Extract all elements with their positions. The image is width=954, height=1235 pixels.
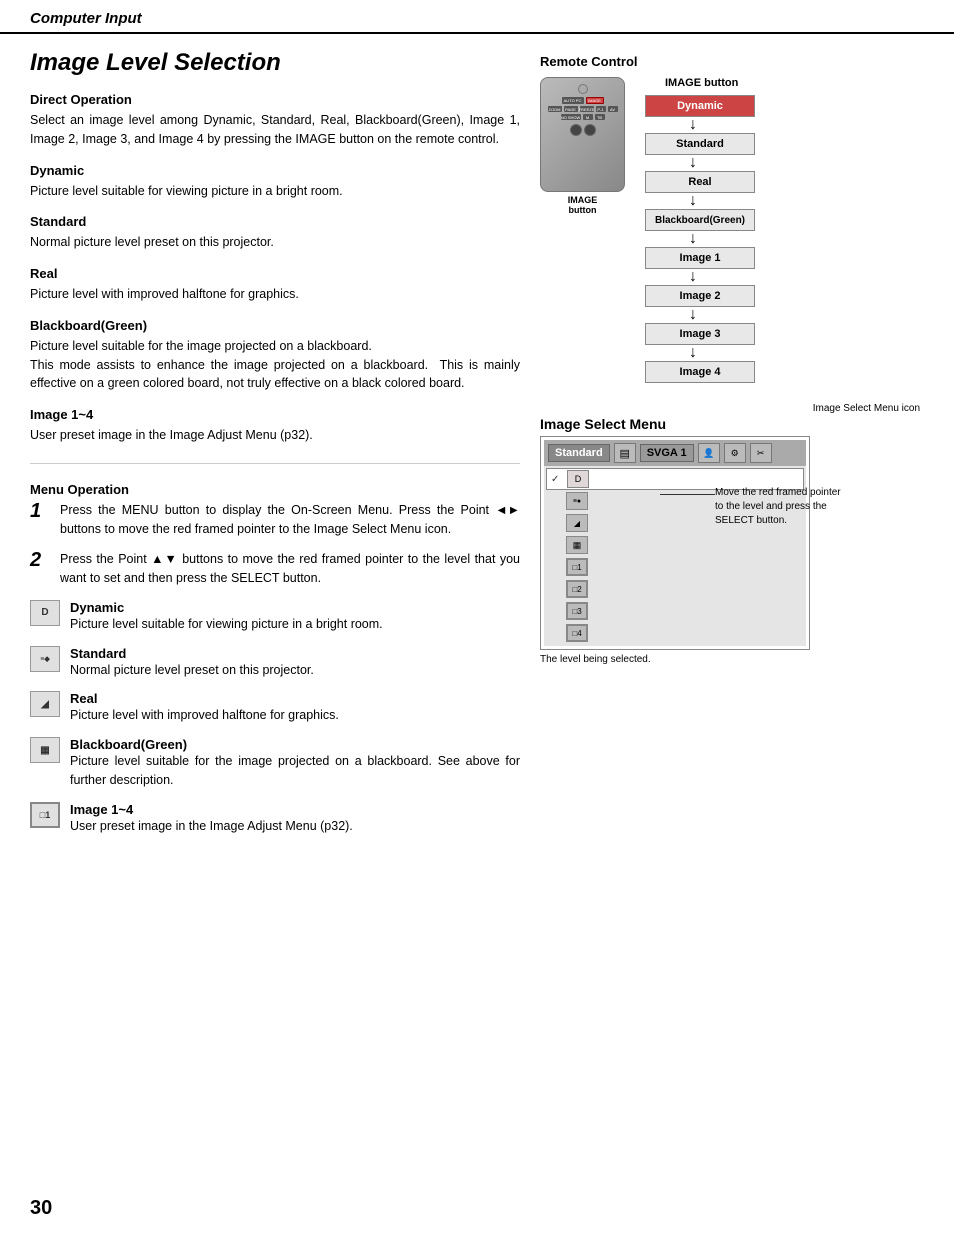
seq-standard: Standard	[645, 133, 755, 155]
dynamic-desc: Picture level suitable for viewing pictu…	[30, 182, 520, 201]
step-2-number: 2	[30, 550, 50, 588]
menu-image14-item: □1 Image 1~4 User preset image in the Im…	[30, 802, 520, 836]
menu-row-icon-0: D	[567, 470, 589, 488]
direct-operation-body: Select an image level among Dynamic, Sta…	[30, 111, 520, 149]
seq-blackboard: Blackboard(Green)	[645, 209, 755, 231]
menu-row-icon-7: □4	[566, 624, 588, 642]
remote-control-label: Remote Control	[540, 54, 920, 69]
menu-real-item: ◢ Real Picture level with improved halft…	[30, 691, 520, 725]
real-heading: Real	[30, 266, 520, 281]
standard-desc: Normal picture level preset on this proj…	[30, 233, 520, 252]
image-button-label: IMAGEbutton	[568, 195, 598, 215]
menu-image14-desc: User preset image in the Image Adjust Me…	[70, 817, 353, 836]
menu-row-4: □1	[546, 556, 804, 578]
seq-image3: Image 3	[645, 323, 755, 345]
standard-icon: ≡◆	[30, 646, 60, 672]
dynamic-heading: Dynamic	[30, 163, 520, 178]
menu-real-heading: Real	[70, 691, 339, 706]
selected-label: The level being selected.	[540, 654, 920, 665]
menu-top-icon3: ⚙	[724, 443, 746, 463]
standard-heading: Standard	[30, 214, 520, 229]
step-1-text: Press the MENU button to display the On-…	[60, 501, 520, 539]
menu-image14-heading: Image 1~4	[70, 802, 353, 817]
dynamic-icon: D	[30, 600, 60, 626]
menu-row-icon-4: □1	[566, 558, 588, 576]
image14-icon: □1	[30, 802, 60, 828]
menu-blackboard-item: ▦ Blackboard(Green) Picture level suitab…	[30, 737, 520, 790]
menu-row-icon-6: □3	[566, 602, 588, 620]
image-button-diagram-label: IMAGE button	[665, 77, 738, 89]
menu-top-standard: Standard	[548, 444, 610, 462]
menu-row-icon-1: ≡●	[566, 492, 588, 510]
remote-control-section: Remote Control AUTO PC IMAGE ZOOM	[540, 54, 920, 383]
menu-dynamic-heading: Dynamic	[70, 600, 383, 615]
image14-desc: User preset image in the Image Adjust Me…	[30, 426, 520, 445]
check-mark: ✓	[551, 474, 563, 485]
blackboard-icon: ▦	[30, 737, 60, 763]
menu-row-5: □2	[546, 578, 804, 600]
blackboard-desc: Picture level suitable for the image pro…	[30, 337, 520, 393]
direct-operation-heading: Direct Operation	[30, 92, 520, 107]
step-1-number: 1	[30, 501, 50, 539]
menu-top-icon4: ✂	[750, 443, 772, 463]
seq-dynamic: Dynamic	[645, 95, 755, 117]
menu-row-3: ▦	[546, 534, 804, 556]
blackboard-heading: Blackboard(Green)	[30, 318, 520, 333]
menu-dynamic-desc: Picture level suitable for viewing pictu…	[70, 615, 383, 634]
menu-operation-heading: Menu Operation	[30, 482, 520, 497]
image14-heading: Image 1~4	[30, 407, 520, 422]
menu-top-channel: SVGA 1	[640, 444, 694, 462]
menu-row-7: □4	[546, 622, 804, 644]
menu-row-6: □3	[546, 600, 804, 622]
step-2-text: Press the Point ▲▼ buttons to move the r…	[60, 550, 520, 588]
menu-top-icon1: ▤	[614, 443, 636, 463]
menu-real-desc: Picture level with improved halftone for…	[70, 706, 339, 725]
image-select-menu-icon-label: Image Select Menu icon	[813, 403, 920, 414]
menu-top-icon2: 👤	[698, 443, 720, 463]
menu-dynamic-item: D Dynamic Picture level suitable for vie…	[30, 600, 520, 634]
seq-image2: Image 2	[645, 285, 755, 307]
menu-blackboard-desc: Picture level suitable for the image pro…	[70, 752, 520, 790]
seq-real: Real	[645, 171, 755, 193]
page-header: Computer Input	[0, 0, 954, 34]
page-number: 30	[30, 1197, 52, 1220]
menu-standard-item: ≡◆ Standard Normal picture level preset …	[30, 646, 520, 680]
menu-callout-text: Move the red framed pointer to the level…	[715, 486, 845, 528]
real-icon: ◢	[30, 691, 60, 717]
menu-row-icon-3: ▦	[566, 536, 588, 554]
menu-blackboard-heading: Blackboard(Green)	[70, 737, 520, 752]
real-desc: Picture level with improved halftone for…	[30, 285, 520, 304]
menu-top-bar: Standard ▤ SVGA 1 👤 ⚙ ✂	[544, 440, 806, 466]
seq-image4: Image 4	[645, 361, 755, 383]
menu-row-icon-2: ◢	[566, 514, 588, 532]
remote-control-image: AUTO PC IMAGE ZOOM PAGE FREEZE P-1 AV NO…	[540, 77, 625, 215]
menu-standard-desc: Normal picture level preset on this proj…	[70, 661, 314, 680]
header-title: Computer Input	[30, 10, 142, 27]
page-title: Image Level Selection	[30, 49, 520, 77]
image-select-menu-section: Image Select Menu icon Image Select Menu…	[540, 403, 920, 665]
image-select-menu-label: Image Select Menu	[540, 416, 920, 432]
menu-row-icon-5: □2	[566, 580, 588, 598]
menu-screenshot: Standard ▤ SVGA 1 👤 ⚙ ✂ ✓ D	[540, 436, 810, 650]
seq-image1: Image 1	[645, 247, 755, 269]
menu-standard-heading: Standard	[70, 646, 314, 661]
